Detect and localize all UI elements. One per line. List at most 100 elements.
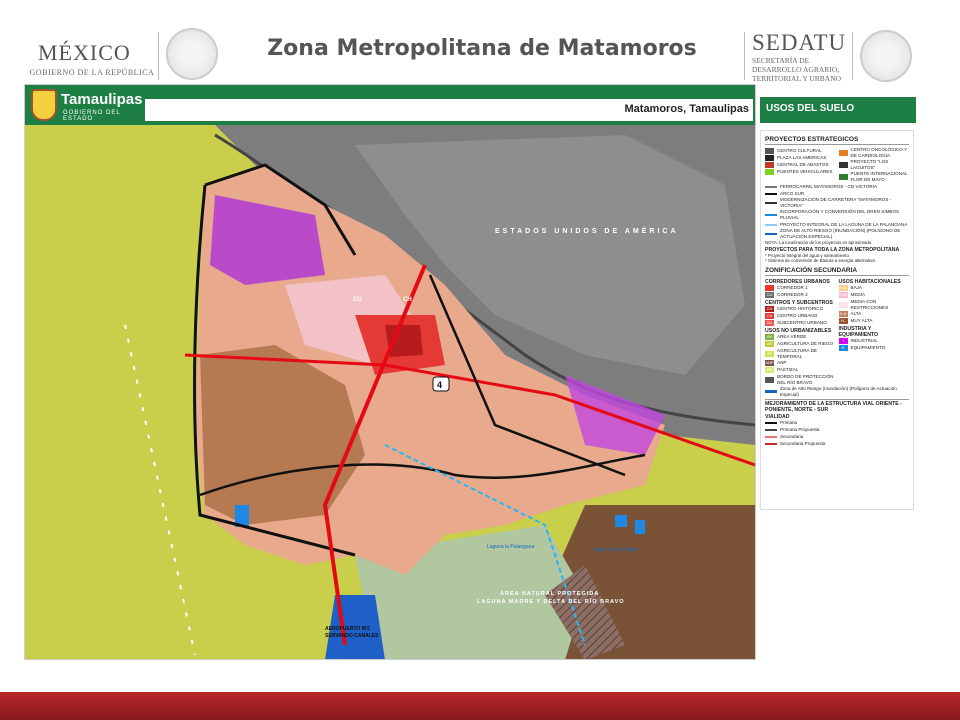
- legend-color-swatch: [765, 161, 774, 168]
- legend-list: CORREDOR 1 CU CORREDOR 2: [765, 285, 836, 299]
- legend-item: I INDUSTRIAL: [838, 338, 910, 345]
- legend-item-label: CENTRO URBANO: [777, 313, 818, 318]
- legend-item-label: BORDO DE PROTECCIÓN DEL RÍO BRAVO: [777, 373, 834, 385]
- legend-item: Primaria Propuesta: [765, 427, 909, 434]
- lagoon-label: Laguna la Palangana: [487, 544, 534, 550]
- legend-color-swatch: H-MR: [838, 301, 848, 313]
- legend-item-label: PROYECTO "LOS LAGUITOS": [850, 159, 889, 170]
- legend-item: AT AGRICULTURA DE TEMPORAL: [765, 348, 836, 360]
- legend-item-label: FERROCARRIL MATAMOROS - CD VICTORIA: [780, 183, 878, 189]
- legend-item-label: MUY ALTA: [850, 318, 873, 323]
- legend-item: H-A ALTA: [838, 311, 910, 318]
- sedatu-logo: SEDATU SECRETARÍA DE DESARROLLO AGRARIO,…: [752, 30, 852, 83]
- zone-code-label: CU: [353, 297, 362, 303]
- legend-item: SU SUBCENTRO URBANO: [765, 320, 836, 327]
- legend-line-swatch: [765, 422, 777, 424]
- zone-code-label: CH: [403, 297, 412, 303]
- legend-item: PUENTE INTERNACIONAL FLOR DE MAYO: [838, 171, 910, 183]
- legend-color-swatch: AR: [765, 341, 774, 347]
- legend-item: CORREDOR 1: [765, 285, 836, 292]
- mexico-logo-subtitle: GOBIERNO DE LA REPÚBLICA: [29, 68, 155, 77]
- legend-item: CH CENTRO HISTÓRICO: [765, 306, 836, 313]
- legend-line-swatch: [765, 233, 777, 235]
- slide-header: MÉXICO GOBIERNO DE LA REPÚBLICA Zona Met…: [0, 0, 960, 88]
- legend-subtitle: CORREDORES URBANOS: [765, 278, 830, 285]
- legend-subtitle: MEJORAMIENTO DE LA ESTRUCTURA VIAL ORIEN…: [765, 398, 909, 413]
- legend-subtitle: PROYECTOS PARA TODA LA ZONA METROPOLITAN…: [765, 246, 900, 253]
- legend-color-swatch: H-A: [838, 311, 848, 317]
- legend-item: CU CORREDOR 2: [765, 292, 836, 299]
- tamaulipas-shield-icon: [31, 89, 57, 121]
- header-divider: [744, 32, 745, 80]
- legend-item: PROYECTO "LOS LAGUITOS": [838, 159, 910, 171]
- legend-note: NOTA: La localización de los proyectos e…: [765, 240, 872, 245]
- legend-item-label: ANP: [777, 360, 787, 365]
- legend-line-swatch: [765, 185, 777, 188]
- page-title: Zona Metropolitana de Matamoros: [267, 36, 697, 61]
- legend-item-label: AGRICULTURA DE TEMPORAL: [777, 347, 817, 359]
- sedatu-logo-line: SECRETARÍA DE: [752, 56, 810, 65]
- legend-color-swatch: [838, 162, 848, 168]
- legend-section-title: PROYECTOS ESTRATEGICOS: [765, 136, 909, 145]
- land-use-map: Tamaulipas GOBIERNO DEL ESTADO Matamoros…: [24, 84, 756, 660]
- national-seal-icon: [860, 30, 912, 82]
- legend-item-label: CENTRAL DE ABASTOS: [777, 161, 829, 167]
- legend-item: PROYECTO INTEGRAL DE LA LAGUNA DE LA PAL…: [765, 221, 909, 228]
- legend-item: ANP ANP: [765, 360, 836, 367]
- legend-line-swatch: [765, 202, 777, 204]
- sedatu-logo-line: TERRITORIAL Y URBANO: [752, 74, 842, 83]
- legend-item: Secundaria: [765, 434, 909, 441]
- legend-item-label: EQUIPAMIENTO: [850, 345, 886, 350]
- legend-list: H-B BAJA H-M MEDIA H-MR MEDIA CON RESTRICCION…: [838, 285, 910, 329]
- header-divider: [158, 32, 159, 80]
- legend-subtitle: USOS NO URBANIZABLES: [765, 327, 832, 334]
- legend-note: * Sistema de conversión de Basura a ener…: [765, 258, 875, 263]
- legend-item-label: BAJA: [850, 285, 863, 290]
- legend-item: H-MA MUY ALTA: [838, 318, 910, 329]
- legend-item: INCORPORACIÓN Y CONVERSIÓN DEL DREN SIMB…: [765, 209, 909, 221]
- legend-item: MODERNIZACIÓN DE CARRETERA "MATAMOROS - …: [765, 197, 909, 209]
- national-seal-icon: [166, 28, 218, 80]
- legend-item: Zona de Alto Riesgo (Inundación) (Polígo…: [765, 386, 909, 398]
- legend-line-swatch: [765, 390, 777, 393]
- legend-color-swatch: ANP: [765, 360, 774, 366]
- legend-line-swatch: [765, 443, 777, 445]
- legend-color-swatch: [765, 168, 774, 175]
- airport-label: SERVANDO CANALES: [325, 633, 379, 639]
- legend-item-label: ARCO SUR: [780, 190, 805, 196]
- map-legend: PROYECTOS ESTRATEGICOS CENTRO CULTURAL PL…: [760, 130, 914, 510]
- map-city-label: Matamoros, Tamaulipas: [624, 103, 750, 115]
- legend-item-label: SUBCENTRO URBANO: [777, 320, 827, 325]
- legend-item: CENTRO CULTURAL: [765, 147, 836, 154]
- lagoon-label: Laguna Lisas Salida: [593, 547, 638, 553]
- legend-lines-list: FERROCARRIL MATAMOROS - CD VICTORIA ARCO …: [765, 183, 909, 240]
- legend-item-label: AREA VERDE: [777, 334, 807, 339]
- reserve-label: ÁREA NATURAL PROTEGIDA: [500, 590, 599, 597]
- legend-item: Secundaria Propuesta: [765, 441, 909, 448]
- legend-color-swatch: PZ: [765, 367, 774, 373]
- legend-item-label: CENTRO ONCOLÓGICO Y DE CARDIOLOGÍA: [850, 147, 908, 158]
- legend-list: Primaria Primaria Propuesta Secundaria Secu…: [765, 420, 909, 448]
- legend-item-label: MEDIA CON RESTRICCIONES: [850, 298, 889, 310]
- legend-item: FERROCARRIL MATAMOROS - CD VICTORIA: [765, 183, 909, 190]
- legend-color-swatch: CU: [765, 292, 774, 298]
- legend-zona-list: * Proyecto Integral del agua y saneamien…: [765, 253, 909, 264]
- legend-column: CENTRO ONCOLÓGICO Y DE CARDIOLOGÍA PROYEC…: [838, 147, 910, 183]
- mexico-logo-name: MÉXICO: [38, 40, 131, 65]
- legend-color-swatch: AT: [765, 350, 774, 357]
- legend-color-swatch: [765, 376, 774, 383]
- legend-item-label: Primaria: [780, 420, 798, 425]
- airport-label: AEROPUERTO INT.: [325, 626, 371, 632]
- sedatu-logo-name: SEDATU: [752, 30, 847, 55]
- road-shield-number: 4: [437, 380, 442, 390]
- legend-item-label: CENTRO HISTÓRICO: [777, 306, 824, 311]
- legend-item-label: INDUSTRIAL: [850, 338, 878, 343]
- legend-heading: USOS DEL SUELO: [760, 97, 916, 123]
- legend-color-swatch: I: [838, 338, 848, 344]
- legend-item: AR AGRICULTURA DE RIEGO: [765, 341, 836, 348]
- legend-item-label: PROYECTO INTEGRAL DE LA LAGUNA DE LA PAL…: [780, 221, 908, 227]
- header-divider: [852, 32, 853, 80]
- legend-line-swatch: [765, 429, 777, 431]
- legend-item-label: PUENTE INTERNACIONAL FLOR DE MAYO: [850, 171, 908, 182]
- legend-item-label: ALTA: [850, 311, 862, 316]
